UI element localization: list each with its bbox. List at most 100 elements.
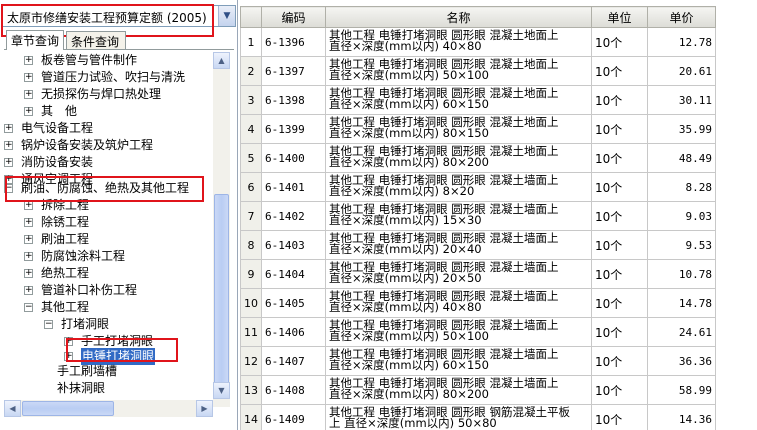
- col-header-unit[interactable]: 单位: [591, 6, 648, 28]
- row-index: 14: [240, 404, 262, 430]
- row-price: 48.49: [647, 143, 716, 173]
- row-unit: 10个: [591, 27, 648, 57]
- scroll-left-icon[interactable]: ◀: [4, 400, 21, 417]
- row-code: 6-1405: [261, 288, 326, 318]
- row-name: 其他工程 电锤打堵洞眼 圆形眼 混凝土墙面上 直径×深度(mm以内) 20×50: [325, 259, 592, 289]
- row-index: 12: [240, 346, 262, 376]
- col-header-code[interactable]: 编码: [261, 6, 326, 28]
- table-row[interactable]: 11 6-1406 其他工程 电锤打堵洞眼 圆形眼 混凝土墙面上 直径×深度(mm以内…: [240, 317, 716, 347]
- row-price: 9.03: [647, 201, 716, 231]
- row-index: 1: [240, 27, 262, 57]
- row-index: 13: [240, 375, 262, 405]
- row-name: 其他工程 电锤打堵洞眼 圆形眼 混凝土地面上 直径×深度(mm以内) 50×100: [325, 56, 592, 86]
- row-code: 6-1408: [261, 375, 326, 405]
- row-unit: 10个: [591, 404, 648, 430]
- col-header-name[interactable]: 名称: [325, 6, 592, 28]
- row-code: 6-1403: [261, 230, 326, 260]
- table-row[interactable]: 6 6-1401 其他工程 电锤打堵洞眼 圆形眼 混凝土墙面上 直径×深度(mm以内)…: [240, 172, 716, 202]
- row-index: 7: [240, 201, 262, 231]
- row-code: 6-1402: [261, 201, 326, 231]
- row-unit: 10个: [591, 346, 648, 376]
- tab-condition-query[interactable]: 条件查询: [66, 31, 126, 49]
- row-name-line2: 直径×深度(mm以内) 80×200: [329, 387, 489, 401]
- table-row[interactable]: 12 6-1407 其他工程 电锤打堵洞眼 圆形眼 混凝土墙面上 直径×深度(mm以内…: [240, 346, 716, 376]
- collapse-icon[interactable]: −: [44, 320, 53, 329]
- row-index: 6: [240, 172, 262, 202]
- row-name-line2: 直径×深度(mm以内) 40×80: [329, 39, 482, 53]
- table-row[interactable]: 5 6-1400 其他工程 电锤打堵洞眼 圆形眼 混凝土地面上 直径×深度(mm以内)…: [240, 143, 716, 173]
- expand-icon[interactable]: +: [24, 269, 33, 278]
- scroll-right-icon[interactable]: ▶: [196, 400, 213, 417]
- row-name-line2: 直径×深度(mm以内) 20×50: [329, 271, 482, 285]
- col-header-index: [240, 6, 262, 28]
- tree-node-label: 手工刷墙槽: [57, 364, 118, 378]
- table-row[interactable]: 4 6-1399 其他工程 电锤打堵洞眼 圆形眼 混凝土地面上 直径×深度(mm以内)…: [240, 114, 716, 144]
- tree-node-label: 补抹洞眼: [57, 381, 106, 395]
- hscroll-thumb[interactable]: [22, 401, 114, 416]
- chapter-panel: 太原市修缮安装工程预算定额 (2005) ▼ 章节查询 条件查询 + 板卷管与管件…: [0, 0, 238, 430]
- expand-icon[interactable]: +: [24, 286, 33, 295]
- chevron-down-icon[interactable]: ▼: [218, 6, 235, 26]
- table-row[interactable]: 7 6-1402 其他工程 电锤打堵洞眼 圆形眼 混凝土墙面上 直径×深度(mm以内)…: [240, 201, 716, 231]
- table-row[interactable]: 9 6-1404 其他工程 电锤打堵洞眼 圆形眼 混凝土墙面上 直径×深度(mm以内)…: [240, 259, 716, 289]
- row-index: 5: [240, 143, 262, 173]
- row-name-line2: 直径×深度(mm以内) 80×150: [329, 126, 489, 140]
- row-index: 9: [240, 259, 262, 289]
- expand-icon[interactable]: +: [24, 90, 33, 99]
- expand-icon[interactable]: +: [24, 218, 33, 227]
- tree-node-label: 其 他: [41, 104, 78, 118]
- table-row[interactable]: 8 6-1403 其他工程 电锤打堵洞眼 圆形眼 混凝土墙面上 直径×深度(mm以内)…: [240, 230, 716, 260]
- row-code: 6-1406: [261, 317, 326, 347]
- row-name: 其他工程 电锤打堵洞眼 圆形眼 混凝土墙面上 直径×深度(mm以内) 40×80: [325, 288, 592, 318]
- row-index: 10: [240, 288, 262, 318]
- quota-table: 编码 名称 单位 单价 1 6-1396 其他工程 电锤打堵洞眼 圆形眼 混凝土地面…: [240, 6, 716, 430]
- tree-horizontal-scrollbar[interactable]: ◀ ▶: [4, 400, 213, 417]
- row-price: 14.78: [647, 288, 716, 318]
- expand-icon[interactable]: +: [24, 73, 33, 82]
- expand-icon[interactable]: +: [24, 107, 33, 116]
- collapse-icon[interactable]: −: [24, 303, 33, 312]
- row-price: 36.36: [647, 346, 716, 376]
- row-name: 其他工程 电锤打堵洞眼 圆形眼 混凝土墙面上 直径×深度(mm以内) 80×200: [325, 375, 592, 405]
- row-price: 12.78: [647, 27, 716, 57]
- table-row[interactable]: 2 6-1397 其他工程 电锤打堵洞眼 圆形眼 混凝土地面上 直径×深度(mm以内)…: [240, 56, 716, 86]
- expand-icon[interactable]: +: [24, 201, 33, 210]
- tree-node-label: 打堵洞眼: [61, 317, 110, 331]
- row-name: 其他工程 电锤打堵洞眼 圆形眼 混凝土地面上 直径×深度(mm以内) 60×150: [325, 85, 592, 115]
- expand-icon[interactable]: +: [4, 124, 13, 133]
- table-row[interactable]: 10 6-1405 其他工程 电锤打堵洞眼 圆形眼 混凝土墙面上 直径×深度(mm以内…: [240, 288, 716, 318]
- table-header-row: 编码 名称 单位 单价: [240, 6, 716, 28]
- row-price: 14.36: [647, 404, 716, 430]
- tree-node-label: 刷油工程: [41, 232, 90, 246]
- table-row[interactable]: 3 6-1398 其他工程 电锤打堵洞眼 圆形眼 混凝土地面上 直径×深度(mm以内)…: [240, 85, 716, 115]
- row-price: 30.11: [647, 85, 716, 115]
- table-row[interactable]: 13 6-1408 其他工程 电锤打堵洞眼 圆形眼 混凝土墙面上 直径×深度(mm以内…: [240, 375, 716, 405]
- table-row[interactable]: 1 6-1396 其他工程 电锤打堵洞眼 圆形眼 混凝土地面上 直径×深度(mm以内)…: [240, 27, 716, 57]
- row-unit: 10个: [591, 172, 648, 202]
- scroll-up-icon[interactable]: ▲: [213, 52, 230, 69]
- row-price: 8.28: [647, 172, 716, 202]
- row-code: 6-1396: [261, 27, 326, 57]
- table-row[interactable]: 14 6-1409 其他工程 电锤打堵洞眼 圆形眼 钢筋混凝土平板上 直径×深度(m…: [240, 404, 716, 430]
- expand-icon[interactable]: +: [4, 141, 13, 150]
- tree-node-label: 管道补口补伤工程: [41, 283, 138, 297]
- tree-vertical-scrollbar[interactable]: ▲ ▼: [213, 52, 230, 407]
- tree-node-label: 无损探伤与焊口热处理: [41, 87, 162, 101]
- row-index: 2: [240, 56, 262, 86]
- scroll-thumb[interactable]: [214, 194, 229, 390]
- scroll-down-icon[interactable]: ▼: [213, 382, 230, 399]
- quota-table-panel: 编码 名称 单位 单价 1 6-1396 其他工程 电锤打堵洞眼 圆形眼 混凝土地面…: [240, 0, 757, 430]
- row-name-line2: 直径×深度(mm以内) 20×40: [329, 242, 482, 256]
- row-unit: 10个: [591, 201, 648, 231]
- expand-icon[interactable]: +: [24, 56, 33, 65]
- row-name-line2: 上 直径×深度(mm以内) 50×80: [329, 416, 497, 430]
- col-header-price[interactable]: 单价: [647, 6, 716, 28]
- row-code: 6-1407: [261, 346, 326, 376]
- tree-node-label: 其他工程: [41, 300, 90, 314]
- tab-chapter-query[interactable]: 章节查询: [6, 30, 65, 50]
- tree-node-label: 除锈工程: [41, 215, 90, 229]
- expand-icon[interactable]: +: [24, 235, 33, 244]
- expand-icon[interactable]: +: [4, 158, 13, 167]
- expand-icon[interactable]: +: [24, 252, 33, 261]
- row-name: 其他工程 电锤打堵洞眼 圆形眼 混凝土墙面上 直径×深度(mm以内) 50×100: [325, 317, 592, 347]
